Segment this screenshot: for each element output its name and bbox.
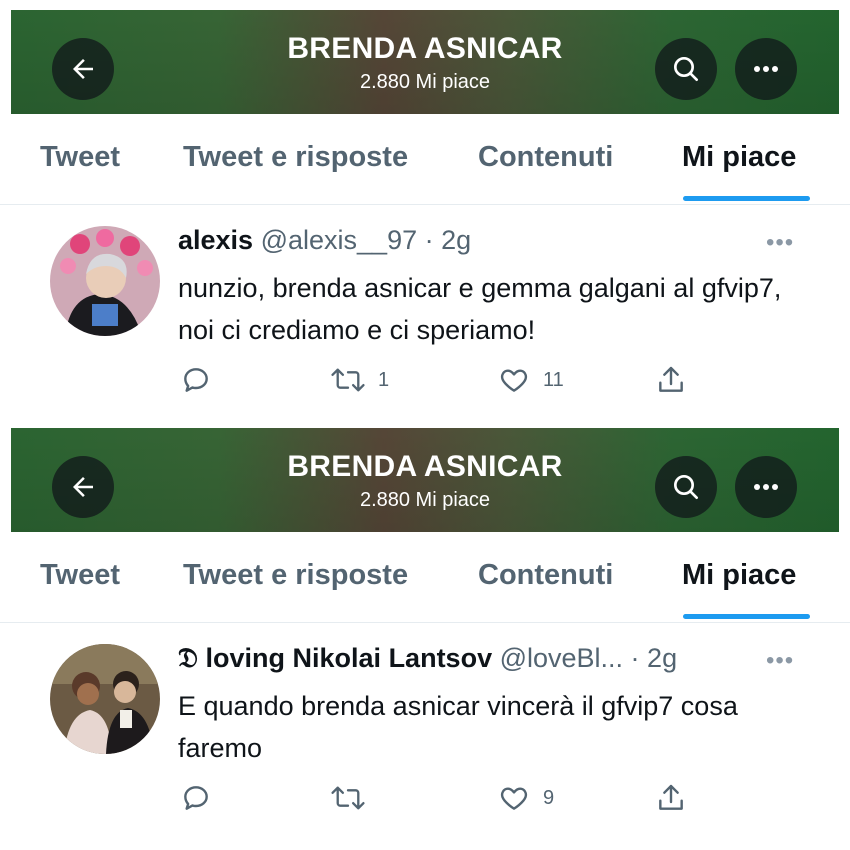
tweet-header: alexis @alexis__97 · 2g [178, 225, 471, 256]
profile-banner: BRENDA ASNICAR 2.880 Mi piace [11, 10, 839, 114]
tweet-text: E quando brenda asnicar vincerà il gfvip… [178, 691, 738, 763]
avatar[interactable] [50, 226, 160, 336]
retweet-button[interactable] [330, 781, 378, 815]
tab-tweet[interactable]: Tweet [40, 141, 120, 174]
tweet[interactable]: 𝔇 loving Nikolai Lantsov @loveBl... · 2g… [0, 623, 850, 836]
retweet-button[interactable]: 1 [330, 363, 389, 397]
reply-button[interactable] [180, 781, 212, 815]
like-button[interactable]: 11 [497, 363, 564, 397]
reply-button[interactable] [180, 363, 212, 397]
like-count: 11 [543, 368, 564, 391]
tweet-author-name[interactable]: 𝔇 loving Nikolai Lantsov [178, 643, 492, 673]
tweet-author-name[interactable]: alexis [178, 225, 253, 255]
share-icon [659, 366, 683, 392]
reply-icon [184, 786, 208, 810]
like-count: 9 [543, 786, 555, 809]
like-icon [500, 369, 528, 392]
search-icon [674, 57, 698, 81]
profile-tabs: Tweet Tweet e risposte Contenuti Mi piac… [0, 532, 850, 623]
search-icon [674, 475, 698, 499]
retweet-count: 1 [378, 368, 390, 391]
tab-mi-piace[interactable]: Mi piace [682, 141, 796, 174]
tab-contenuti[interactable]: Contenuti [478, 141, 613, 174]
reply-icon [184, 368, 208, 392]
share-button[interactable] [655, 781, 687, 815]
like-button[interactable]: 9 [497, 781, 554, 815]
retweet-icon [331, 786, 365, 810]
tweet-header: 𝔇 loving Nikolai Lantsov @loveBl... · 2g [178, 643, 677, 675]
tweet-more-icon[interactable]: ••• [766, 229, 794, 257]
avatar[interactable] [50, 644, 160, 754]
tweet-text: nunzio, brenda asnicar e gemma galgani a… [178, 273, 782, 345]
profile-banner: BRENDA ASNICAR 2.880 Mi piace [11, 428, 839, 532]
tab-tweet-e-risposte[interactable]: Tweet e risposte [183, 559, 408, 592]
more-icon [754, 66, 778, 72]
tweet-handle-time[interactable]: @loveBl... · 2g [500, 643, 677, 673]
tweet-more-icon[interactable]: ••• [766, 647, 794, 675]
tab-tweet-e-risposte[interactable]: Tweet e risposte [183, 141, 408, 174]
like-icon [500, 787, 528, 810]
more-button[interactable] [735, 456, 797, 518]
active-tab-indicator [683, 196, 810, 201]
profile-tabs: Tweet Tweet e risposte Contenuti Mi piac… [0, 114, 850, 205]
more-icon [754, 484, 778, 490]
tab-mi-piace[interactable]: Mi piace [682, 559, 796, 592]
search-button[interactable] [655, 38, 717, 100]
search-button[interactable] [655, 456, 717, 518]
share-button[interactable] [655, 363, 687, 397]
tweet[interactable]: alexis @alexis__97 · 2g ••• nunzio, bren… [0, 205, 850, 418]
active-tab-indicator [683, 614, 810, 619]
retweet-icon [331, 368, 365, 392]
tab-tweet[interactable]: Tweet [40, 559, 120, 592]
tweet-handle-time[interactable]: @alexis__97 · 2g [261, 225, 472, 255]
share-icon [659, 784, 683, 810]
tab-contenuti[interactable]: Contenuti [478, 559, 613, 592]
more-button[interactable] [735, 38, 797, 100]
